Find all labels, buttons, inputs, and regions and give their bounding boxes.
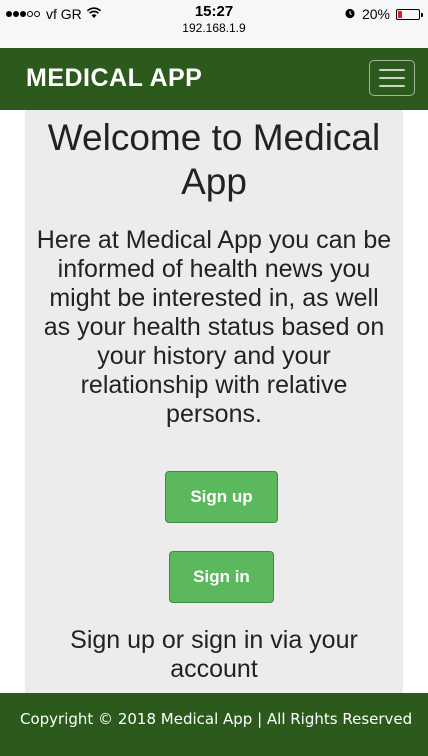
sign-in-button[interactable]: Sign in (169, 551, 274, 603)
brand-logo-text[interactable]: MEDICAL APP (26, 64, 202, 93)
status-bar: vf GR 15:27 192.168.1.9 20% (0, 0, 428, 48)
battery-percent: 20% (361, 6, 390, 22)
hamburger-menu-icon[interactable] (369, 60, 415, 96)
alarm-clock-icon (344, 6, 356, 22)
copyright-text: Copyright © 2018 Medical App | All Right… (20, 710, 413, 728)
navbar: MEDICAL APP (0, 48, 428, 110)
sign-in-via-account-text: Sign up or sign in via your account (70, 626, 358, 683)
page-url[interactable]: 192.168.1.9 (0, 21, 428, 36)
intro-paragraph: Here at Medical App you can be informed … (36, 226, 392, 428)
page-title: Welcome to Medical App (47, 117, 381, 202)
main-content: Welcome to Medical App Here at Medical A… (25, 110, 403, 693)
sign-up-button[interactable]: Sign up (165, 471, 278, 523)
footer: Copyright © 2018 Medical App | All Right… (0, 693, 428, 756)
battery-icon (396, 8, 423, 20)
battery-level-fill (398, 10, 402, 18)
status-right: 20% (344, 6, 423, 22)
